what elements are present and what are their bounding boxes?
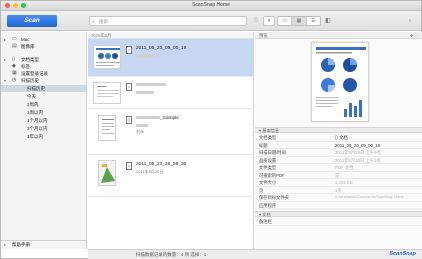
- preview-header[interactable]: 预览 ✣ ···: [255, 32, 422, 39]
- status-bar: 扫描数据记录的数量：4 项 选择：1 ScanSnap: [88, 249, 422, 259]
- title-field[interactable]: 2011_05_20_09_00_19: [335, 142, 380, 149]
- document-name: _Sample: [136, 116, 179, 121]
- view-mode-switcher[interactable]: ▭ ▦ ☰: [277, 16, 321, 26]
- document-thumbnail: [93, 82, 121, 104]
- search-placeholder: 搜索: [99, 19, 108, 24]
- disclosure-icon: ▸: [4, 242, 7, 247]
- sidebar-item-profile[interactable]: ▦ 设置登录记录: [1, 70, 86, 77]
- document-name: 2011_05_23_26_59_30: [136, 162, 187, 167]
- document-thumbnail: [98, 160, 116, 186]
- sidebar-item-one-year[interactable]: 1年以内: [1, 133, 86, 140]
- document-meta: 2011年5月20日: [136, 169, 164, 174]
- toolbar: Scan ⌕ 搜索 ☆ ▾ ▭ ▦ ☰ ◧ ♁: [1, 11, 421, 31]
- sidebar-item-today[interactable]: 今天: [1, 93, 86, 100]
- property-row: 标题 2011_05_20_09_00_19: [255, 142, 422, 149]
- app-window: ScanSnap Home Scan ⌕ 搜索 ☆ ▾ ▭ ▦ ☰ ◧ ♁ ▸ …: [0, 0, 422, 259]
- disclosure-icon[interactable]: ▸: [4, 36, 6, 43]
- list-date-header: 2025年6月: [88, 32, 253, 39]
- disclosure-icon[interactable]: ▸: [4, 56, 6, 63]
- search-input[interactable]: ⌕ 搜索: [89, 16, 247, 26]
- property-row: 扫描日期/时间 2011年5月20日 上午9点: [255, 149, 422, 157]
- sidebar-item-three-months[interactable]: 3个月以内: [1, 125, 86, 132]
- document-type-icon: ▯: [12, 56, 15, 62]
- property-row: 可搜索的PDF 是: [255, 172, 422, 179]
- disclosure-open-icon[interactable]: ▾: [4, 77, 6, 84]
- property-row: 品质设置 2011年5月20日 上午9点: [255, 157, 422, 164]
- view-mode-list[interactable]: ☰: [307, 17, 320, 25]
- sidebar-item-two-weeks[interactable]: 2周内: [1, 101, 86, 108]
- status-text: 扫描数据记录的数量：4 项 选择：1: [135, 252, 207, 257]
- sidebar-item-history-all[interactable]: 扫描历史: [1, 85, 86, 92]
- sidebar-item-document-type[interactable]: ▸ ▯ 文档类型: [1, 56, 86, 63]
- property-row: 文档类型 ▯ 文档: [255, 134, 422, 142]
- document-meta: [136, 90, 154, 95]
- document-preview[interactable]: [311, 42, 369, 122]
- pdf-file-icon: ≡: [126, 83, 132, 91]
- document-meta: [136, 123, 148, 128]
- split-panel-icon[interactable]: ◧: [323, 16, 333, 26]
- window-title: ScanSnap Home: [192, 2, 230, 8]
- sidebar-help-item[interactable]: ▸ 帮助手册: [1, 240, 86, 249]
- computer-icon: ▭: [12, 36, 17, 42]
- property-row: 文件大小 1,202 KB: [255, 179, 422, 187]
- sidebar-item-tag[interactable]: ◆ 标签: [1, 63, 86, 70]
- sidebar-item-library[interactable]: ▤ 图像库: [1, 43, 86, 50]
- list-item[interactable]: ≡ 2011_05_23_26_59_30 2011年5月20日: [88, 155, 254, 197]
- sidebar: ▸ ▭ Mac ▤ 图像库 ▸ ▯ 文档类型 ◆ 标签 ▦ 设置登录记录 ▾ ◷…: [1, 32, 87, 249]
- view-mode-thumbnails[interactable]: ▦: [292, 17, 307, 25]
- preview-options-icon[interactable]: ✣ ···: [410, 32, 419, 39]
- title-bar: ScanSnap Home: [1, 1, 421, 11]
- history-icon: ◷: [12, 77, 17, 83]
- basic-info-header[interactable]: ▾ 基本信息: [255, 127, 422, 133]
- detail-pane: 预览 ✣ ··· ▾ 基本信息 文档类型 ▯ 文档 标题 2011_05_20_…: [255, 32, 422, 249]
- pdf-file-icon: ≡: [126, 162, 132, 170]
- list-item[interactable]: ≡: [88, 77, 254, 109]
- sidebar-item-one-month[interactable]: 1个月以内: [1, 117, 86, 124]
- property-row: 备注栏: [255, 218, 422, 226]
- sidebar-item-history[interactable]: ▾ ◷ 扫描历史: [1, 77, 86, 84]
- scan-button[interactable]: Scan: [7, 15, 57, 27]
- tag-icon: ◆: [12, 63, 16, 69]
- sidebar-item-one-week[interactable]: 1周以内: [1, 109, 86, 116]
- library-icon: ▤: [12, 43, 17, 49]
- view-mode-preview[interactable]: ▭: [278, 17, 293, 25]
- notification-icon[interactable]: ♁: [405, 16, 415, 26]
- document-list: 2025年6月 ≡ 2011_05_20_09_00_19 ≡ ≡ _Sampl…: [88, 32, 254, 249]
- property-row: 文件类型 PDF 文档: [255, 164, 422, 172]
- list-item[interactable]: ≡ 2011_05_20_09_00_19: [88, 39, 254, 77]
- document-name: 2011_05_20_09_00_19: [136, 46, 187, 51]
- sort-dropdown[interactable]: ▾: [263, 16, 275, 26]
- pdf-file-icon: ≡: [126, 46, 132, 54]
- profile-icon: ▦: [12, 70, 17, 76]
- property-row: 页 1页: [255, 187, 422, 194]
- list-item[interactable]: ≡ _Sample 刘永: [88, 109, 254, 155]
- document-name: [136, 83, 166, 88]
- document-thumbnail: [93, 45, 121, 69]
- document-meta: [136, 53, 158, 58]
- search-icon: ⌕: [92, 19, 95, 25]
- sidebar-item-mac[interactable]: ▸ ▭ Mac: [1, 36, 86, 43]
- star-icon[interactable]: ☆: [251, 16, 261, 26]
- scansnap-logo: ScanSnap: [389, 251, 416, 257]
- pdf-file-icon: ≡: [126, 116, 132, 124]
- document-owner: 刘永: [136, 129, 144, 134]
- document-thumbnail: [98, 115, 116, 141]
- document-section-header[interactable]: ▾ 文档: [255, 211, 422, 217]
- property-row: 应用程序: [255, 202, 422, 209]
- property-row: 保存目标文件夹 /Users/admin/Documents/ScanSnap …: [255, 194, 422, 202]
